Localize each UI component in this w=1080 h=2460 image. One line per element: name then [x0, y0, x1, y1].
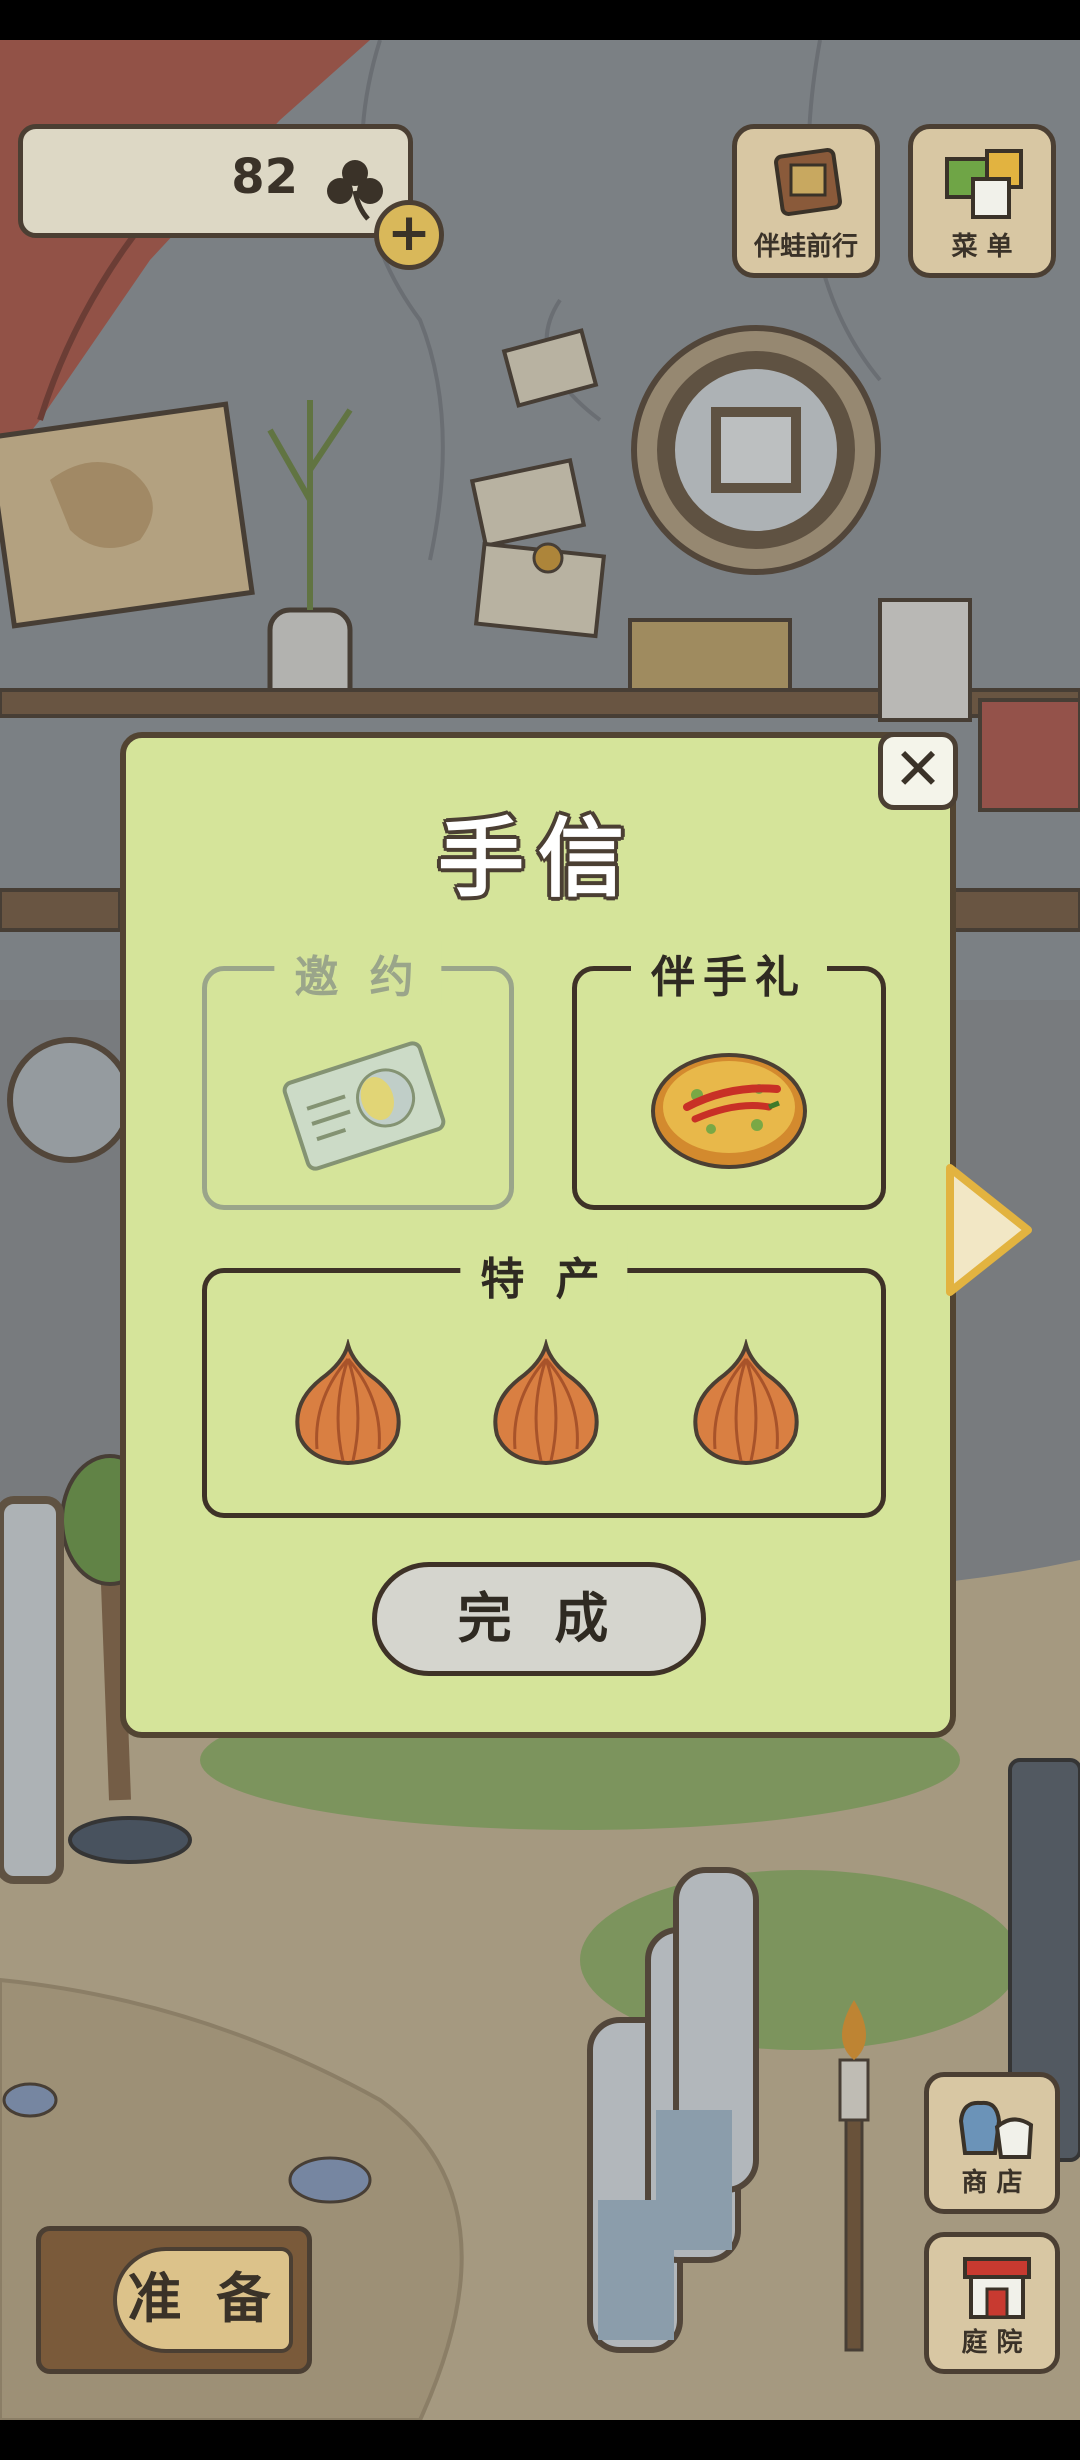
shop-button[interactable]: 商 店	[924, 2072, 1060, 2214]
yard-label: 庭 院	[961, 2328, 1023, 2358]
prepare-button[interactable]: 准 备	[36, 2226, 312, 2374]
close-icon: ✕	[893, 735, 943, 803]
invite-slot[interactable]: 邀 约	[202, 941, 514, 1210]
done-button[interactable]: 完 成	[372, 1562, 706, 1676]
close-dialog-button[interactable]: ✕	[878, 732, 958, 810]
shop-icon	[958, 2100, 1034, 2159]
menu-label: 菜 单	[951, 232, 1013, 262]
next-arrow-button[interactable]	[940, 1160, 1038, 1300]
dialog-title: 手信	[438, 809, 638, 909]
invitation-card-icon	[282, 1041, 446, 1171]
onion-icon	[493, 1339, 599, 1466]
clover-icon	[327, 160, 383, 221]
gift-slot[interactable]: 伴手礼	[572, 941, 886, 1210]
prepare-label: 准 备	[113, 2247, 293, 2353]
cards-menu-icon	[945, 149, 1023, 219]
yard-button[interactable]: 庭 院	[924, 2232, 1060, 2374]
invite-slot-label: 邀 约	[274, 941, 442, 1005]
travel-with-frog-label: 伴蛙前行	[753, 232, 858, 262]
shop-label: 商 店	[961, 2168, 1023, 2198]
onion-icon	[693, 1339, 799, 1466]
specialty-slot[interactable]: 特 产	[202, 1243, 886, 1518]
gift-slot-label: 伴手礼	[631, 941, 827, 1005]
game-screen: 82 + 伴蛙前行 菜 单 手信 邀 约 伴手礼 特 产 ✕ 完 成 准 备 商…	[0, 0, 1080, 2460]
add-clover-button[interactable]: +	[374, 200, 444, 270]
clover-counter: 82	[18, 124, 413, 238]
book-icon	[774, 148, 842, 216]
onion-icon	[295, 1339, 401, 1466]
done-label: 完 成	[457, 1587, 621, 1650]
travel-with-frog-button[interactable]: 伴蛙前行	[732, 124, 880, 278]
pancake-with-chili-icon	[651, 1053, 807, 1169]
specialty-slot-label: 特 产	[460, 1243, 628, 1307]
menu-button[interactable]: 菜 单	[908, 124, 1056, 278]
yard-icon	[963, 2257, 1031, 2319]
clover-count: 82	[231, 149, 298, 205]
